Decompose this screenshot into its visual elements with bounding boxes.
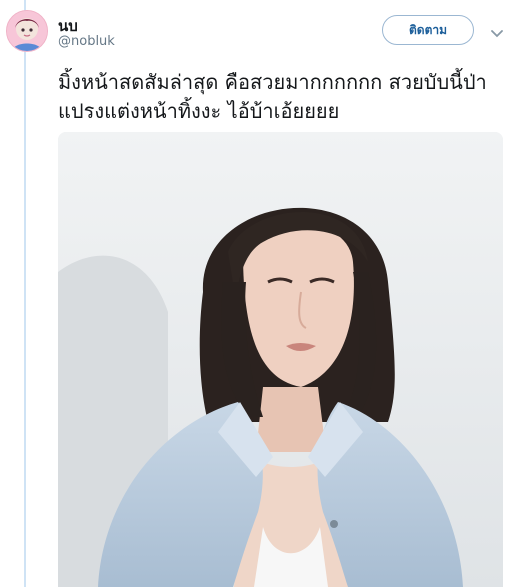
avatar[interactable] [6, 10, 48, 52]
portrait-image [58, 132, 503, 587]
avatar-illustration-icon [7, 11, 47, 51]
chevron-down-icon [491, 30, 503, 38]
tweet-text: มิ้งหน้าสดสัมล่าสุด คือสวยมากกกกกก สวยบั… [58, 70, 487, 123]
thread-line [24, 0, 26, 587]
follow-button[interactable]: ติดตาม [382, 15, 474, 45]
more-options[interactable] [491, 24, 503, 38]
user-handle[interactable]: @nobluk [58, 34, 115, 49]
tweet-photo[interactable] [58, 132, 503, 587]
